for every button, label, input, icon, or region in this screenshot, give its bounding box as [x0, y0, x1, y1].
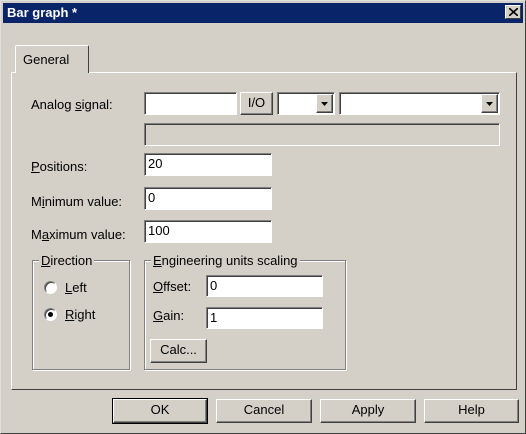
maximum-value-label: Maximum value:: [31, 227, 126, 242]
calc-button[interactable]: Calc...: [150, 339, 207, 363]
signal-description-field: [144, 123, 500, 146]
signal-type-dropdown[interactable]: [277, 92, 335, 115]
minimum-value-label: Minimum value:: [31, 194, 123, 209]
left-radio[interactable]: [44, 281, 57, 294]
right-radio[interactable]: [44, 308, 57, 321]
tab-general[interactable]: General: [15, 45, 89, 73]
positions-input[interactable]: 20: [144, 153, 272, 176]
radio-selected-dot: [48, 312, 53, 317]
analog-signal-input[interactable]: [144, 92, 237, 115]
io-button[interactable]: I/O: [240, 92, 273, 115]
analog-signal-label: Analog signal:: [31, 97, 113, 112]
title-bar[interactable]: Bar graph *: [3, 3, 523, 23]
apply-button[interactable]: Apply: [320, 399, 416, 423]
signal-type-dropdown-button[interactable]: [316, 94, 333, 113]
bar-graph-dialog: Bar graph * General Analog signal: I/O P…: [0, 0, 526, 434]
right-radio-label[interactable]: Right: [65, 307, 95, 322]
window-title: Bar graph *: [7, 5, 78, 20]
help-button[interactable]: Help: [424, 399, 519, 423]
chevron-down-icon: [321, 102, 328, 106]
close-button[interactable]: [505, 5, 521, 19]
cancel-button[interactable]: Cancel: [216, 399, 312, 423]
signal-address-dropdown[interactable]: [339, 92, 500, 115]
maximum-value-input[interactable]: 100: [144, 220, 272, 243]
tab-general-label: General: [23, 52, 70, 67]
gain-label: Gain:: [153, 308, 185, 323]
offset-input[interactable]: 0: [206, 275, 323, 297]
offset-label: Offset:: [153, 279, 192, 294]
minimum-value-input[interactable]: 0: [144, 187, 272, 210]
close-icon: [509, 8, 518, 16]
direction-legend: Direction: [39, 253, 95, 268]
ok-button[interactable]: OK: [112, 398, 208, 424]
positions-label: Positions:: [31, 159, 88, 174]
signal-address-dropdown-button[interactable]: [481, 94, 498, 113]
gain-input[interactable]: 1: [206, 307, 323, 329]
chevron-down-icon: [486, 102, 493, 106]
left-radio-label[interactable]: Left: [65, 280, 87, 295]
engineering-units-scaling-legend: Engineering units scaling: [151, 253, 300, 268]
